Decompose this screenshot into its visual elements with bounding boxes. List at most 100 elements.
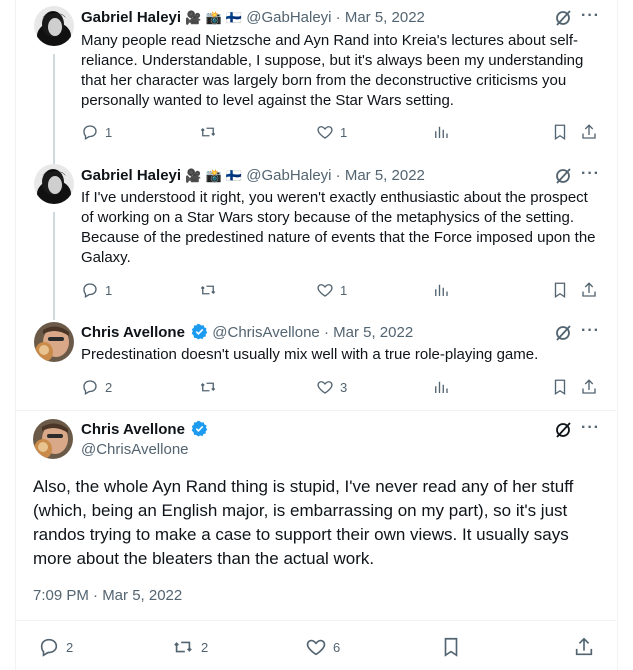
retweet-button[interactable]: 2 xyxy=(171,636,208,658)
heart-icon xyxy=(317,381,333,394)
timestamp[interactable]: 7:09 PM · Mar 5, 2022 xyxy=(33,587,182,604)
verified-badge-icon xyxy=(191,323,208,346)
separator-dot: · xyxy=(323,324,329,341)
share-icon xyxy=(582,282,596,297)
grok-icon[interactable] xyxy=(554,9,572,32)
like-button[interactable]: 1 xyxy=(316,123,347,141)
bookmark-button[interactable] xyxy=(551,281,569,299)
display-name[interactable]: Gabriel Haleyi xyxy=(81,167,181,184)
tweet-text: Many people read Nietzsche and Ayn Rand … xyxy=(81,32,584,109)
share-button[interactable] xyxy=(573,636,595,658)
share-button[interactable] xyxy=(580,123,598,141)
display-name[interactable]: Chris Avellone xyxy=(81,421,185,438)
heart-icon xyxy=(317,284,333,297)
retweet-button[interactable] xyxy=(198,378,218,396)
avatar[interactable] xyxy=(33,419,73,459)
heart-icon xyxy=(317,126,333,139)
retweet-icon xyxy=(200,285,216,295)
reply-icon xyxy=(83,380,97,395)
reply-count: 2 xyxy=(105,379,113,395)
tweet-date[interactable]: Mar 5, 2022 xyxy=(333,324,413,341)
share-icon xyxy=(582,379,596,394)
views-button[interactable] xyxy=(432,281,450,299)
name-badges: 🎥 📸 🇫🇮 xyxy=(185,11,243,26)
like-count: 6 xyxy=(333,639,341,655)
tweet-actions: 2 3 xyxy=(0,378,633,398)
like-button[interactable]: 6 xyxy=(305,636,340,658)
grok-icon[interactable] xyxy=(554,324,572,347)
reply-icon xyxy=(83,125,97,140)
like-count: 3 xyxy=(340,379,348,395)
retweet-button[interactable] xyxy=(198,123,218,141)
reply-button[interactable]: 1 xyxy=(81,123,112,141)
divider xyxy=(15,410,616,411)
handle[interactable]: @ChrisAvellone xyxy=(81,440,189,460)
handle[interactable]: @GabHaleyi xyxy=(246,167,331,184)
like-button[interactable]: 1 xyxy=(316,281,347,299)
name-badges: 🎥 📸 🇫🇮 xyxy=(185,169,243,184)
tweet-text: If I've understood it right, you weren't… xyxy=(81,189,596,266)
avatar[interactable] xyxy=(34,322,74,362)
retweet-count: 2 xyxy=(201,639,209,655)
retweet-button[interactable] xyxy=(198,281,218,299)
bookmark-icon xyxy=(554,282,566,299)
heart-icon xyxy=(306,639,326,656)
bookmark-button[interactable] xyxy=(551,123,569,141)
retweet-icon xyxy=(174,641,192,653)
reply-icon xyxy=(40,638,58,657)
separator-dot: · xyxy=(335,167,341,184)
more-options-icon[interactable]: ··· xyxy=(581,419,600,437)
views-icon xyxy=(435,126,448,138)
views-button[interactable] xyxy=(432,378,450,396)
divider xyxy=(15,620,616,621)
reply-icon xyxy=(83,283,97,298)
more-options-icon[interactable]: ··· xyxy=(581,322,600,340)
display-name[interactable]: Gabriel Haleyi xyxy=(81,9,181,26)
reply-button[interactable]: 2 xyxy=(81,378,112,396)
share-icon xyxy=(575,637,593,656)
share-icon xyxy=(582,124,596,139)
avatar[interactable] xyxy=(34,6,74,46)
verified-badge-icon xyxy=(191,420,208,443)
grok-icon[interactable] xyxy=(554,167,572,190)
reply-count: 2 xyxy=(66,639,74,655)
like-count: 1 xyxy=(340,282,348,298)
reply-button[interactable]: 1 xyxy=(81,281,112,299)
thread-line xyxy=(53,54,55,164)
share-button[interactable] xyxy=(580,378,598,396)
retweet-icon xyxy=(200,382,216,392)
tweet-text: Predestination doesn't usually mix well … xyxy=(81,346,539,363)
tweet-actions: 1 1 xyxy=(0,281,633,301)
views-button[interactable] xyxy=(432,123,450,141)
avatar[interactable] xyxy=(34,164,74,204)
views-icon xyxy=(435,284,448,296)
handle[interactable]: @GabHaleyi xyxy=(246,9,331,26)
share-button[interactable] xyxy=(580,281,598,299)
grok-icon[interactable] xyxy=(554,421,572,444)
more-options-icon[interactable]: ··· xyxy=(581,165,600,183)
views-icon xyxy=(435,381,448,393)
retweet-icon xyxy=(200,127,216,137)
reply-count: 1 xyxy=(105,282,113,298)
tweet-header: Chris Avellone @ChrisAvellone · Mar 5, 2… xyxy=(81,323,413,346)
bookmark-button[interactable] xyxy=(551,378,569,396)
tweet-header: Gabriel Haleyi 🎥 📸 🇫🇮 @GabHaleyi · Mar 5… xyxy=(81,8,425,29)
thread-line xyxy=(53,212,55,320)
main-tweet-text: Also, the whole Ayn Rand thing is stupid… xyxy=(33,477,574,568)
more-options-icon[interactable]: ··· xyxy=(581,7,600,25)
tweet-header: Gabriel Haleyi 🎥 📸 🇫🇮 @GabHaleyi · Mar 5… xyxy=(81,166,425,187)
reply-button[interactable]: 2 xyxy=(38,636,73,658)
tweet-date[interactable]: Mar 5, 2022 xyxy=(345,167,425,184)
display-name[interactable]: Chris Avellone xyxy=(81,324,185,341)
like-button[interactable]: 3 xyxy=(316,378,347,396)
tweet-date[interactable]: Mar 5, 2022 xyxy=(345,9,425,26)
reply-count: 1 xyxy=(105,124,113,140)
bookmark-icon xyxy=(444,637,458,657)
separator-dot: · xyxy=(335,9,341,26)
tweet-actions: 1 1 xyxy=(0,123,633,143)
handle[interactable]: @ChrisAvellone xyxy=(212,324,320,341)
like-count: 1 xyxy=(340,124,348,140)
bookmark-icon xyxy=(554,124,566,141)
bookmark-button[interactable] xyxy=(440,636,462,658)
bookmark-icon xyxy=(554,379,566,396)
